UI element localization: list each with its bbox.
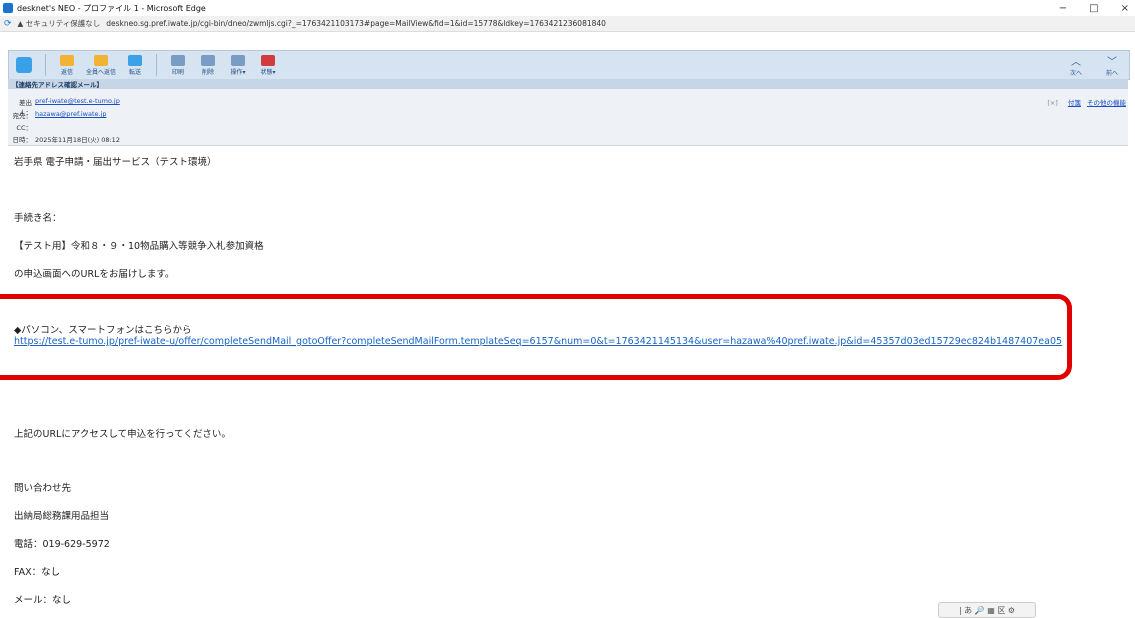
date-label: 日時： bbox=[12, 136, 33, 144]
edge-app-icon bbox=[3, 3, 13, 13]
date-value: 2025年11月18日(火) 08:12 bbox=[35, 136, 120, 144]
window-titlebar: desknet's NEO - プロファイル 1 - Microsoft Edg… bbox=[0, 0, 1135, 16]
header-actions: [×] 付箋 その他の機能 bbox=[1047, 97, 1126, 107]
reply-label: 返信 bbox=[60, 68, 73, 76]
minimize-button[interactable]: − bbox=[1059, 3, 1067, 14]
print-label: 印刷 bbox=[172, 68, 185, 76]
body-line: 手続き名： bbox=[14, 213, 62, 224]
body-line: 岩手県 電子申請・届出サービス（テスト環境） bbox=[14, 157, 217, 168]
home-button[interactable] bbox=[13, 56, 35, 74]
window-controls: − □ × bbox=[1059, 0, 1129, 16]
close-button[interactable]: × bbox=[1121, 3, 1129, 14]
body-line: 【テスト用】令和８・９・10物品購入等競争入札参加資格 bbox=[14, 241, 264, 252]
chevron-up-icon: ︿ bbox=[1071, 57, 1081, 68]
body-line: 出納局総務課用品担当 bbox=[14, 511, 110, 522]
reply-all-icon bbox=[94, 54, 108, 66]
cc-label: CC： bbox=[16, 124, 32, 132]
cc-row: CC： bbox=[8, 122, 35, 132]
print-button[interactable]: 印刷 bbox=[167, 54, 189, 76]
chevron-down-icon: ﹀ bbox=[1107, 57, 1117, 68]
prev-button[interactable]: ﹀ 前へ bbox=[1101, 53, 1123, 77]
body-line: FAX：なし bbox=[14, 567, 61, 578]
next-label: 次へ bbox=[1069, 70, 1082, 77]
operation-icon bbox=[231, 54, 246, 66]
reply-all-label: 全員へ返信 bbox=[86, 68, 117, 76]
toolbar-divider bbox=[45, 54, 46, 76]
address-bar[interactable]: ⟳ ▲ セキュリティ保護なし deskneo.sg.pref.iwate.jp/… bbox=[0, 16, 1135, 32]
address-url[interactable]: deskneo.sg.pref.iwate.jp/cgi-bin/dneo/zw… bbox=[106, 19, 606, 28]
body-line: 上記のURLにアクセスして申込を行ってください。 bbox=[14, 429, 231, 440]
delete-label: 削除 bbox=[202, 68, 215, 76]
operation-label: 操作▾ bbox=[230, 68, 246, 76]
to-row: 宛先： hazawa@pref.iwate.jp bbox=[8, 110, 107, 120]
home-icon bbox=[16, 56, 32, 73]
forward-icon bbox=[128, 54, 143, 66]
body-line: 問い合わせ先 bbox=[14, 483, 72, 494]
to-label: 宛先： bbox=[12, 112, 33, 120]
delete-button[interactable]: 削除 bbox=[197, 54, 219, 76]
forward-label: 転送 bbox=[129, 68, 142, 76]
status-menu-button[interactable]: 状態▾ bbox=[257, 54, 279, 76]
to-address-link[interactable]: hazawa@pref.iwate.jp bbox=[35, 110, 106, 120]
status-label: 状態▾ bbox=[260, 68, 276, 76]
toolbar-divider bbox=[156, 54, 158, 76]
mail-navigation: ︿ 次へ ﹀ 前へ bbox=[1061, 53, 1127, 77]
body-line: の申込画面へのURLをお届けします。 bbox=[14, 269, 175, 280]
security-indicator[interactable]: ▲ セキュリティ保護なし bbox=[18, 18, 101, 29]
mail-toolbar: 返信 全員へ返信 転送 印刷 削除 操作▾ 状態▾ ︿ 次へ ﹀ 前へ bbox=[8, 50, 1130, 80]
highlight-annotation bbox=[0, 294, 1072, 380]
close-header-button[interactable]: [×] bbox=[1047, 99, 1058, 107]
other-functions-link[interactable]: その他の機能 bbox=[1087, 99, 1126, 107]
body-line: メール：なし bbox=[14, 595, 72, 606]
flag-icon bbox=[261, 54, 276, 66]
date-row: 日時： 2025年11月18日(火) 08:12 bbox=[8, 134, 120, 144]
reply-all-button[interactable]: 全員へ返信 bbox=[86, 54, 117, 76]
reply-button[interactable]: 返信 bbox=[56, 54, 78, 76]
forward-button[interactable]: 転送 bbox=[124, 54, 146, 76]
trash-icon bbox=[201, 54, 216, 66]
reload-icon[interactable]: ⟳ bbox=[4, 19, 12, 29]
reply-icon bbox=[60, 54, 74, 66]
body-line: 電話：019-629-5972 bbox=[14, 539, 110, 550]
next-button[interactable]: ︿ 次へ bbox=[1065, 53, 1087, 77]
mail-subject: 【連絡先アドレス確認メール】 bbox=[8, 79, 1128, 89]
window-title: desknet's NEO - プロファイル 1 - Microsoft Edg… bbox=[17, 3, 206, 13]
maximize-button[interactable]: □ bbox=[1089, 3, 1098, 14]
operation-menu-button[interactable]: 操作▾ bbox=[227, 54, 249, 76]
mail-header: 差出人： pref-iwate@test.e-tumo.jp 宛先： hazaw… bbox=[8, 89, 1128, 146]
prev-label: 前へ bbox=[1105, 70, 1118, 77]
ime-toolbar[interactable]: | あ 🔎 ▦ 区 ⚙ bbox=[938, 602, 1036, 618]
print-icon bbox=[171, 54, 186, 66]
sticky-note-link[interactable]: 付箋 bbox=[1068, 99, 1081, 107]
